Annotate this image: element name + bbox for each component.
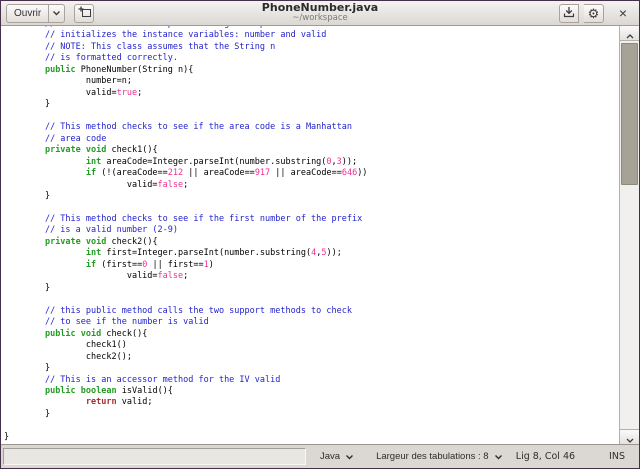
code-line <box>4 294 619 305</box>
new-document-button[interactable] <box>74 4 94 23</box>
headerbar-left: Ouvrir <box>6 4 94 23</box>
code-line: // initializes the instance variables: n… <box>4 30 619 41</box>
code-line: int areaCode=Integer.parseInt(number.sub… <box>4 157 619 168</box>
scroll-down-button[interactable] <box>620 429 639 444</box>
code-line: } <box>4 191 619 202</box>
tab-width-label: Largeur des tabulations : 8 <box>376 451 489 462</box>
gear-icon: ⚙ <box>588 7 600 20</box>
code-line: } <box>4 99 619 110</box>
code-line: if (first==0 || first==1) <box>4 260 619 271</box>
code-line <box>4 420 619 431</box>
code-line: valid=false; <box>4 271 619 282</box>
code-line: private void check1(){ <box>4 145 619 156</box>
open-button[interactable]: Ouvrir <box>6 4 48 23</box>
code-line: number=n; <box>4 76 619 87</box>
code-line: // to see if the number is valid <box>4 317 619 328</box>
code-line: // area code <box>4 134 619 145</box>
menu-button[interactable]: ⚙ <box>584 4 604 23</box>
tab-width-selector[interactable]: Largeur des tabulations : 8 <box>376 451 503 462</box>
tab-new-icon <box>78 6 91 21</box>
code-line <box>4 203 619 214</box>
close-button[interactable]: × <box>612 3 634 24</box>
code-line: return valid; <box>4 397 619 408</box>
statusbar-message-area <box>3 448 306 465</box>
language-label: Java <box>320 451 340 462</box>
code-line: // NOTE: This class assumes that the Str… <box>4 42 619 53</box>
code-editor[interactable]: // This constructor accepts a String as … <box>1 26 619 444</box>
scroll-up-button[interactable] <box>620 26 639 41</box>
statusbar: Java Largeur des tabulations : 8 Lig 8, … <box>1 444 639 468</box>
code-line: // is a valid number (2-9) <box>4 225 619 236</box>
code-line: private void check2(){ <box>4 237 619 248</box>
code-line: // This method checks to see if the area… <box>4 122 619 133</box>
code-line <box>4 111 619 122</box>
chevron-down-icon <box>345 454 354 460</box>
chevron-down-icon <box>52 10 61 16</box>
open-dropdown-button[interactable] <box>48 4 65 23</box>
code-line: // is formatted correctly. <box>4 53 619 64</box>
window-subtitle: ~/workspace <box>1 14 639 23</box>
code-line: } <box>4 363 619 374</box>
chevron-down-icon <box>494 454 503 460</box>
close-icon: × <box>619 5 627 21</box>
save-icon <box>563 6 575 21</box>
code-line: int first=Integer.parseInt(number.substr… <box>4 248 619 259</box>
vertical-scrollbar[interactable] <box>619 26 639 444</box>
code-line: valid=false; <box>4 180 619 191</box>
code-line: check2(); <box>4 352 619 363</box>
code-line: public PhoneNumber(String n){ <box>4 65 619 76</box>
code-line: // This method checks to see if the firs… <box>4 214 619 225</box>
insert-mode-indicator: INS <box>609 451 625 462</box>
code-line: if (!(areaCode==212 || areaCode==917 || … <box>4 168 619 179</box>
code-line: valid=true; <box>4 88 619 99</box>
headerbar: Ouvrir PhoneNumber.java ~/workspace <box>1 1 639 26</box>
window-title: PhoneNumber.java <box>1 2 639 14</box>
code-line: } <box>4 283 619 294</box>
cursor-position: Lig 8, Col 46 <box>516 451 575 462</box>
editor-area: // This constructor accepts a String as … <box>1 26 639 444</box>
code-line: public boolean isValid(){ <box>4 386 619 397</box>
code-line: } <box>4 432 619 443</box>
headerbar-title-area: PhoneNumber.java ~/workspace <box>1 2 639 23</box>
gedit-window: Ouvrir PhoneNumber.java ~/workspace <box>0 0 640 469</box>
save-button[interactable] <box>559 4 579 23</box>
code-line: check1() <box>4 340 619 351</box>
code-line: // this public method calls the two supp… <box>4 306 619 317</box>
language-selector[interactable]: Java <box>320 451 354 462</box>
scrollbar-thumb[interactable] <box>621 43 638 185</box>
code-line: // This is an accessor method for the IV… <box>4 375 619 386</box>
chevron-down-icon <box>626 428 634 445</box>
scrollbar-track[interactable] <box>620 41 639 429</box>
headerbar-right: ⚙ × <box>559 3 634 24</box>
code-line: public void check(){ <box>4 329 619 340</box>
code-line: } <box>4 409 619 420</box>
